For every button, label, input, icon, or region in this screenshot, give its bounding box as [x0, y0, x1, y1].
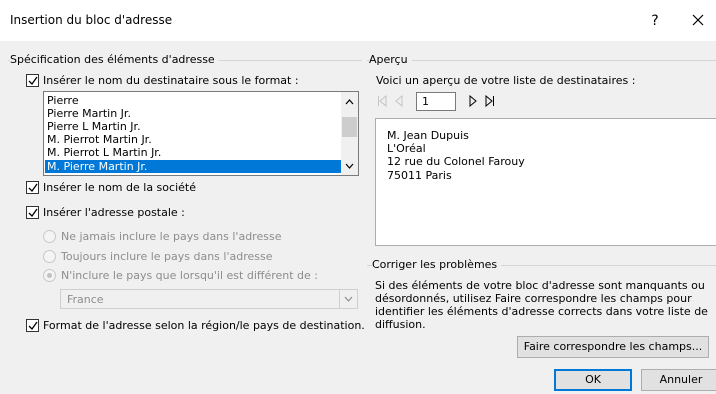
- list-item[interactable]: M. Pierrot Martin Jr.: [47, 133, 152, 146]
- preview-group-title: Aperçu: [369, 53, 412, 66]
- close-icon: [692, 14, 704, 26]
- list-item-selected[interactable]: M. Pierre Martin Jr.: [45, 160, 341, 173]
- chevron-up-icon[interactable]: [345, 99, 354, 105]
- list-item[interactable]: Pierre L Martin Jr.: [47, 120, 141, 133]
- format-by-region-checkbox[interactable]: [26, 319, 39, 332]
- preview-line: L'Oréal: [387, 142, 426, 155]
- ok-button[interactable]: OK: [554, 369, 632, 391]
- list-item[interactable]: Pierre Martin Jr.: [47, 107, 131, 120]
- last-record-icon[interactable]: [485, 95, 495, 107]
- insert-name-checkbox[interactable]: [26, 74, 39, 87]
- help-button[interactable]: ?: [640, 6, 670, 36]
- spec-group-title: Spécification des éléments d'adresse: [10, 53, 219, 66]
- insert-company-label[interactable]: Insérer le nom de la société: [43, 181, 196, 194]
- country-dropdown[interactable]: France: [60, 289, 358, 309]
- preview-line: M. Jean Dupuis: [387, 129, 469, 142]
- list-item[interactable]: Pierre: [47, 94, 79, 107]
- radio-always-country-label[interactable]: Toujours inclure le pays dans l'adresse: [61, 250, 273, 263]
- checkmark-icon: [28, 321, 38, 331]
- previous-record-icon[interactable]: [395, 95, 403, 107]
- dropdown-button[interactable]: [339, 290, 357, 308]
- match-fields-button[interactable]: Faire correspondre les champs...: [517, 336, 709, 358]
- radio-never-country-label[interactable]: Ne jamais inclure le pays dans l'adresse: [61, 230, 281, 243]
- insert-company-checkbox[interactable]: [26, 181, 39, 194]
- radio-never-country[interactable]: [43, 230, 56, 243]
- chevron-down-icon[interactable]: [345, 163, 354, 169]
- preview-line: 12 rue du Colonel Farouy: [387, 155, 525, 168]
- radio-always-country[interactable]: [43, 250, 56, 263]
- country-value: France: [67, 293, 104, 306]
- problems-group-title: Corriger les problèmes: [372, 258, 502, 271]
- next-record-icon[interactable]: [469, 95, 477, 107]
- checkmark-icon: [28, 76, 38, 86]
- chevron-down-icon: [344, 296, 353, 302]
- preview-line: 75011 Paris: [387, 169, 452, 182]
- cancel-button[interactable]: Annuler: [641, 369, 716, 391]
- preview-caption: Voici un aperçu de votre liste de destin…: [376, 74, 636, 87]
- list-item[interactable]: M. Pierrot L Martin Jr.: [47, 146, 161, 159]
- first-record-icon[interactable]: [377, 95, 387, 107]
- insert-name-label[interactable]: Insérer le nom du destinataire sous le f…: [43, 74, 299, 87]
- radio-country-if-different-label[interactable]: N'inclure le pays que lorsqu'il est diff…: [61, 269, 318, 282]
- scroll-thumb[interactable]: [342, 117, 357, 137]
- checkmark-icon: [28, 208, 38, 218]
- checkmark-icon: [28, 183, 38, 193]
- address-preview: M. Jean Dupuis L'Oréal 12 rue du Colonel…: [375, 118, 716, 246]
- insert-address-label[interactable]: Insérer l'adresse postale :: [43, 206, 185, 219]
- name-format-listbox[interactable]: Pierre Pierre Martin Jr. Pierre L Martin…: [43, 91, 359, 176]
- preview-group-border: [367, 60, 716, 61]
- insert-address-checkbox[interactable]: [26, 206, 39, 219]
- problems-description: Si des éléments de votre bloc d'adresse …: [375, 279, 708, 331]
- list-scrollbar[interactable]: [341, 92, 358, 175]
- close-button[interactable]: [680, 6, 716, 36]
- record-number-input[interactable]: 1: [416, 92, 456, 111]
- radio-dot: [47, 273, 52, 278]
- format-by-region-label[interactable]: Format de l'adresse selon la région/le p…: [43, 319, 365, 332]
- dialog-title: Insertion du bloc d'adresse: [10, 13, 173, 27]
- title-bar: Insertion du bloc d'adresse ?: [0, 0, 716, 41]
- radio-country-if-different[interactable]: [43, 269, 56, 282]
